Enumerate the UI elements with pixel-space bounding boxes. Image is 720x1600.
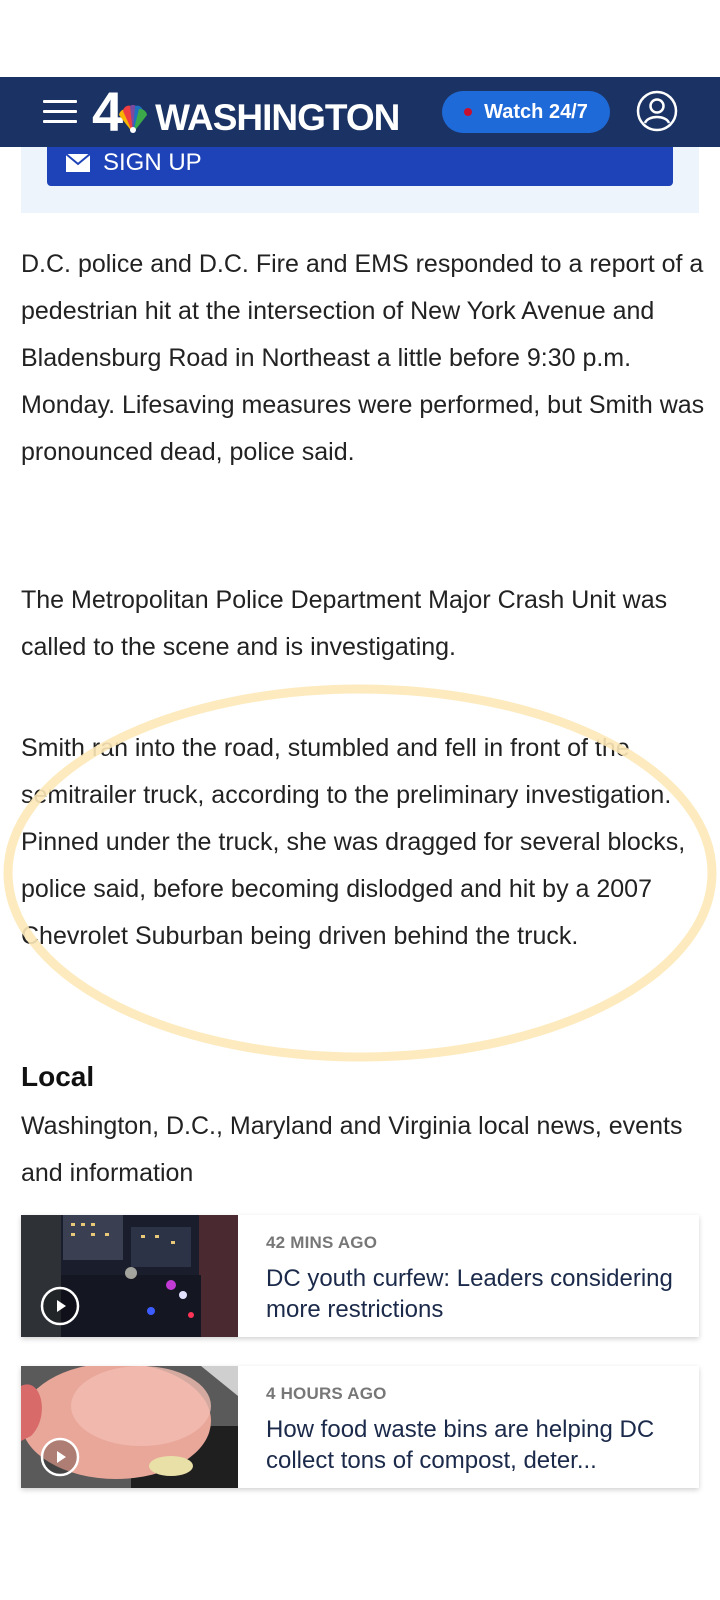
site-header: 4 WASHINGTON Watch 24/7 [0, 77, 720, 147]
story-headline[interactable]: DC youth curfew: Leaders considering mor… [266, 1263, 686, 1325]
watch-live-button[interactable]: Watch 24/7 [442, 91, 610, 133]
story-thumbnail[interactable] [21, 1366, 238, 1488]
peacock-icon [119, 105, 148, 133]
section-description: Washington, D.C., Maryland and Virginia … [21, 1112, 683, 1187]
story-thumbnail[interactable] [21, 1215, 238, 1337]
story-timestamp: 4 HOURS AGO [266, 1384, 387, 1403]
signup-label: SIGN UP [103, 149, 202, 176]
mail-icon [65, 153, 91, 172]
play-icon[interactable] [39, 1285, 81, 1327]
logo-wordmark: WASHINGTON [155, 97, 400, 138]
live-dot-icon [464, 108, 473, 116]
article-paragraph: The Metropolitan Police Department Major… [21, 586, 668, 661]
watch-live-label: Watch 24/7 [484, 100, 588, 123]
story-card[interactable]: 42 MINS AGO DC youth curfew: Leaders con… [21, 1215, 699, 1337]
play-icon[interactable] [39, 1436, 81, 1478]
story-headline[interactable]: How food waste bins are helping DC colle… [266, 1414, 686, 1476]
story-card[interactable]: 4 HOURS AGO How food waste bins are help… [21, 1366, 699, 1488]
menu-icon[interactable] [43, 100, 77, 124]
section-heading-local[interactable]: Local [21, 1061, 94, 1093]
article-paragraph: D.C. police and D.C. Fire and EMS respon… [21, 250, 705, 466]
account-icon[interactable] [636, 90, 678, 132]
article-paragraph-highlighted: Smith ran into the road, stumbled and fe… [21, 734, 686, 950]
site-logo[interactable]: 4 WASHINGTON [92, 83, 400, 141]
story-timestamp: 42 MINS AGO [266, 1233, 378, 1252]
